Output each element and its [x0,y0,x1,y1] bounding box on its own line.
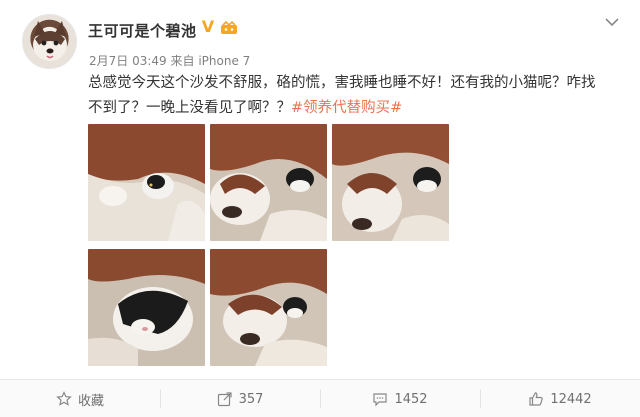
forward-count: 357 [238,391,264,407]
username[interactable]: 王可可是个碧池 [88,20,197,41]
dog-cat-photo-5[interactable] [210,249,327,366]
forward-button[interactable]: 357 [160,380,320,417]
dog-cat-photo-2[interactable] [210,124,327,241]
hashtag-link[interactable]: #领养代替购买# [291,100,402,116]
post-text-line-1: 总感觉今天这个沙发不舒服，硌的慌，害我睡也睡不好！还有我的小猫呢？咋找 [88,75,596,91]
source-prefix: 来自 [170,54,195,68]
v-badge-icon: V [201,17,215,36]
husky-avatar-icon [33,21,67,61]
like-count: 12442 [550,391,592,407]
dog-cat-photo-3[interactable] [332,124,449,241]
comment-button[interactable]: 1452 [320,380,480,417]
post-text: 总感觉今天这个沙发不舒服，硌的慌，害我睡也睡不好！还有我的小猫呢？咋找 不到了？… [88,71,618,121]
comment-icon [373,393,388,407]
avatar[interactable] [22,14,77,69]
post-text-line-2-body: 不到了？一晚上没看见了啊？？ [88,100,291,116]
dog-cat-photo-4[interactable] [88,249,205,366]
thumbs-up-icon [529,392,544,406]
action-bar: 收藏 357 1452 12442 [0,379,640,417]
post-meta: 2月7日 03:49 来自 iPhone 7 [89,52,250,69]
comment-count: 1452 [394,391,428,407]
post-source: iPhone 7 [198,54,251,68]
share-icon [217,392,232,407]
post-date[interactable]: 2月7日 03:49 [89,54,167,68]
weibo-post-card: 王可可是个碧池 V 2月7日 03:49 来自 iPhone 7 总感觉今天这个… [0,0,640,417]
favorite-button[interactable]: 收藏 [0,380,160,417]
vip-crown-icon [221,21,237,34]
dog-cat-photo-1[interactable] [88,124,205,241]
like-button[interactable]: 12442 [480,380,640,417]
post-text-line-2: 不到了？一晚上没看见了啊？？#领养代替购买# [88,96,618,121]
chevron-down-icon[interactable] [604,16,620,28]
favorite-label: 收藏 [77,393,104,409]
star-icon [56,391,72,406]
